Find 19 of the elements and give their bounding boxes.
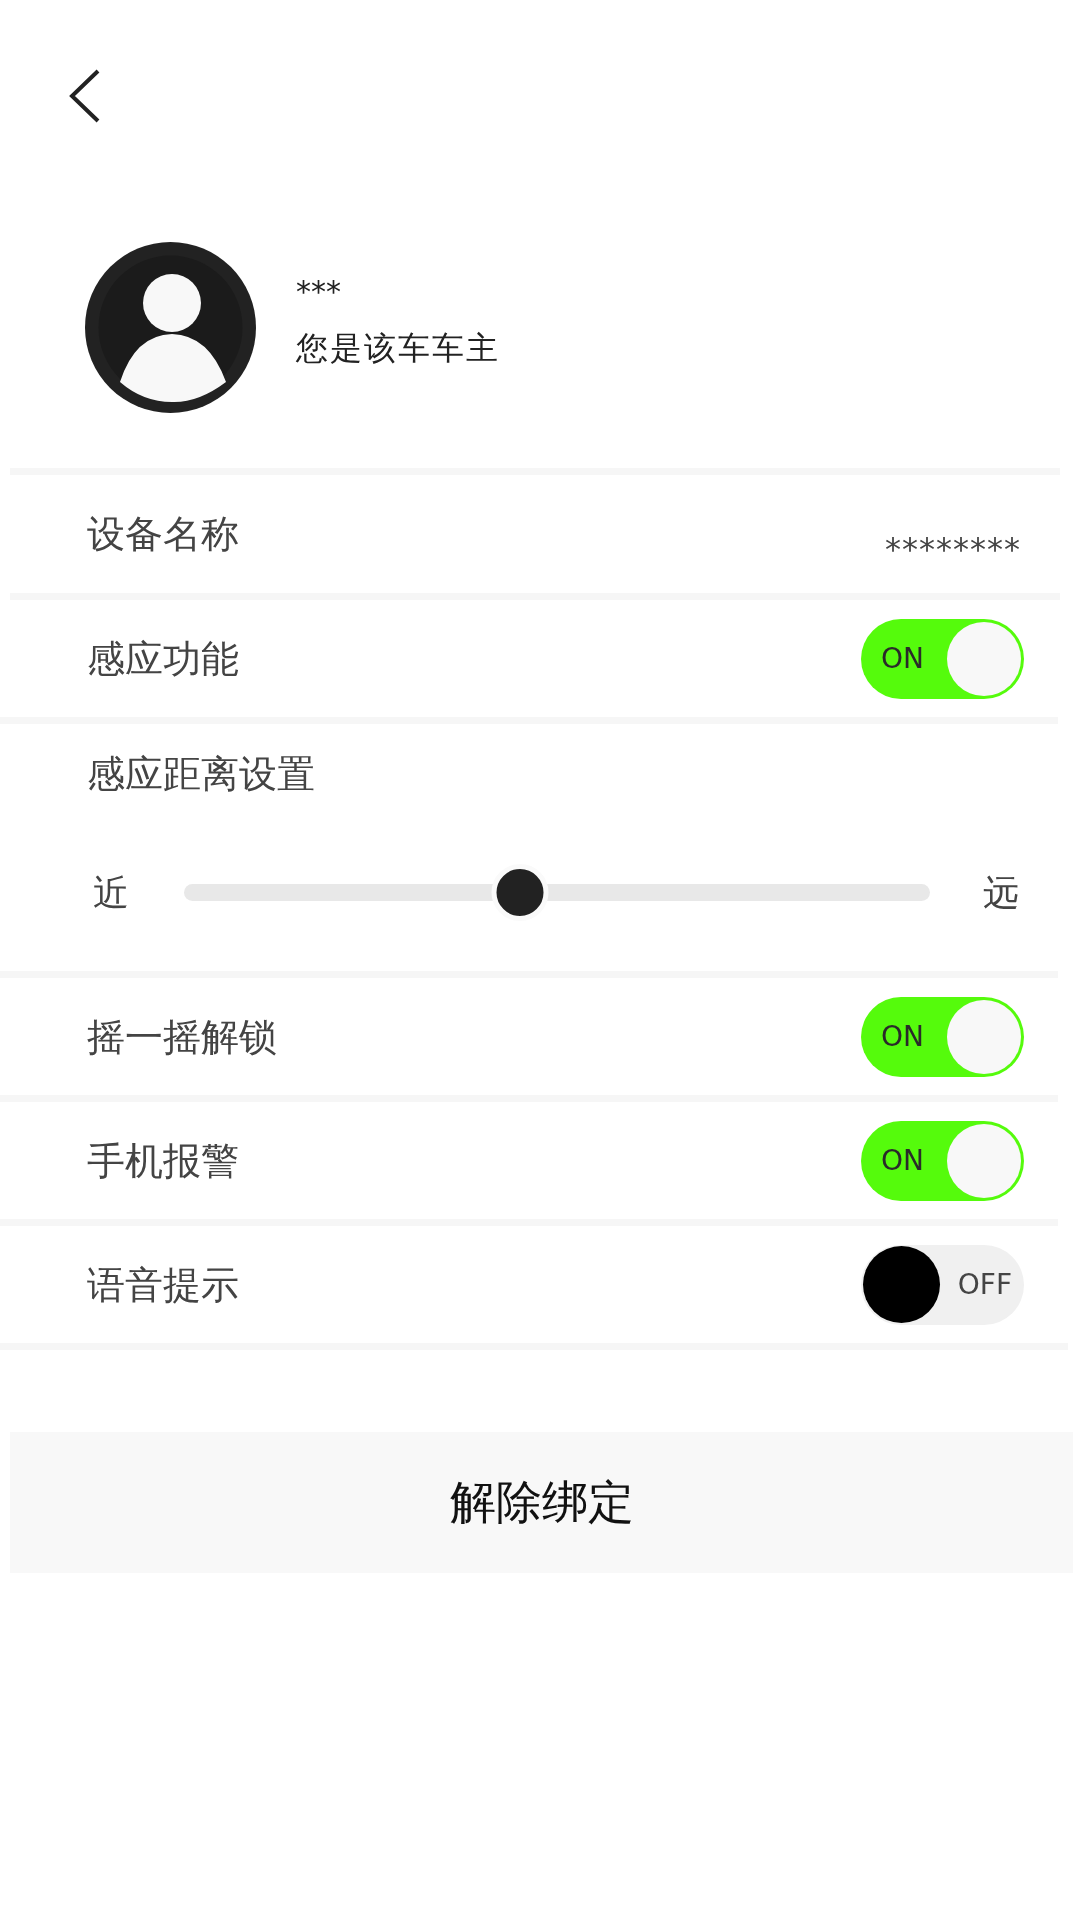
setting-label: 语音提示 <box>87 1261 239 1308</box>
setting-label: 感应功能 <box>87 635 239 682</box>
slider-min-label: 近 <box>93 870 129 915</box>
toggle-switch[interactable]: ON <box>861 1120 1024 1201</box>
owner-status-text: 您是该车车主 <box>296 328 500 369</box>
avatar-icon <box>85 242 256 413</box>
user-name: *** <box>296 273 341 311</box>
setting-label: 手机报警 <box>87 1137 239 1184</box>
toggle-switch[interactable]: OFF <box>861 1244 1024 1325</box>
unbind-button[interactable]: 解除绑定 <box>10 1432 1073 1573</box>
setting-label: 摇一摇解锁 <box>87 1013 277 1060</box>
setting-label: 设备名称 <box>87 511 239 557</box>
slider-track[interactable] <box>184 864 930 921</box>
setting-label: 感应距离设置 <box>87 752 315 796</box>
setting-value: ******** <box>885 529 1021 569</box>
back-icon[interactable] <box>69 69 100 123</box>
toggle-switch[interactable]: ON <box>861 618 1024 699</box>
slider-max-label: 远 <box>983 870 1019 915</box>
toggle-switch[interactable]: ON <box>861 996 1024 1077</box>
